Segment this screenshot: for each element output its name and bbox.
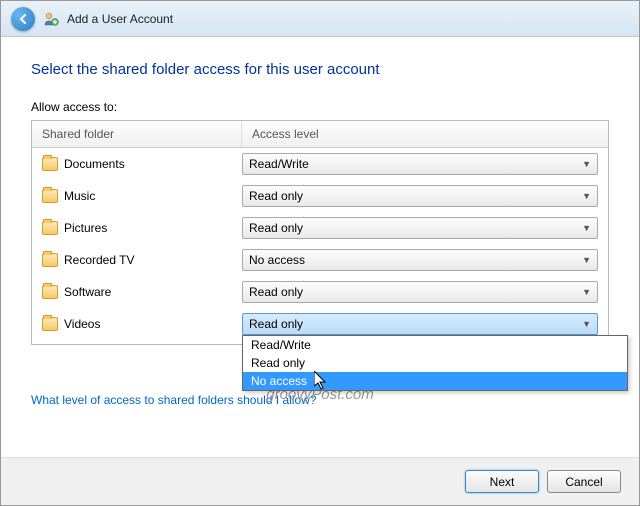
access-level-cell: Read only ▼ bbox=[242, 185, 598, 207]
cancel-button[interactable]: Cancel bbox=[547, 470, 621, 493]
back-button[interactable] bbox=[11, 7, 35, 31]
titlebar-text: Add a User Account bbox=[67, 12, 173, 26]
access-level-select[interactable]: Read only ▼ bbox=[242, 185, 598, 207]
dropdown-item[interactable]: Read only bbox=[243, 354, 627, 372]
column-shared-folder[interactable]: Shared folder bbox=[32, 121, 242, 147]
allow-access-label: Allow access to: bbox=[31, 100, 609, 114]
access-level-dropdown[interactable]: Read/WriteRead onlyNo access bbox=[242, 335, 628, 391]
folder-icon bbox=[42, 285, 58, 299]
footer: Next Cancel bbox=[1, 457, 639, 505]
access-level-cell: Read only ▼ bbox=[242, 281, 598, 303]
dropdown-item[interactable]: Read/Write bbox=[243, 336, 627, 354]
select-value: Read only bbox=[249, 285, 303, 299]
select-value: Read only bbox=[249, 189, 303, 203]
select-value: Read only bbox=[249, 221, 303, 235]
access-level-select[interactable]: No access ▼ bbox=[242, 249, 598, 271]
chevron-down-icon: ▼ bbox=[582, 223, 591, 233]
user-account-icon bbox=[43, 11, 59, 27]
table-header: Shared folder Access level bbox=[32, 121, 608, 148]
table-row: Documents Read/Write ▼ bbox=[32, 148, 608, 180]
help-link[interactable]: What level of access to shared folders s… bbox=[31, 393, 316, 407]
column-access-level[interactable]: Access level bbox=[242, 121, 608, 147]
access-level-select[interactable]: Read only ▼ bbox=[242, 313, 598, 335]
folder-cell: Software bbox=[42, 285, 242, 299]
folder-label: Music bbox=[64, 189, 95, 203]
titlebar: Add a User Account bbox=[1, 1, 639, 37]
chevron-down-icon: ▼ bbox=[582, 287, 591, 297]
select-value: No access bbox=[249, 253, 305, 267]
folder-label: Documents bbox=[64, 157, 125, 171]
dropdown-item[interactable]: No access bbox=[243, 372, 627, 390]
folder-icon bbox=[42, 253, 58, 267]
folder-label: Pictures bbox=[64, 221, 107, 235]
content-area: Select the shared folder access for this… bbox=[1, 37, 639, 457]
table-row: Software Read only ▼ bbox=[32, 276, 608, 308]
table-row: Pictures Read only ▼ bbox=[32, 212, 608, 244]
folder-cell: Videos bbox=[42, 317, 242, 331]
next-button[interactable]: Next bbox=[465, 470, 539, 493]
chevron-down-icon: ▼ bbox=[582, 255, 591, 265]
folder-icon bbox=[42, 317, 58, 331]
folder-cell: Music bbox=[42, 189, 242, 203]
access-level-cell: No access ▼ bbox=[242, 249, 598, 271]
chevron-down-icon: ▼ bbox=[582, 319, 591, 329]
chevron-down-icon: ▼ bbox=[582, 191, 591, 201]
folder-icon bbox=[42, 221, 58, 235]
access-level-select[interactable]: Read only ▼ bbox=[242, 281, 598, 303]
folder-cell: Pictures bbox=[42, 221, 242, 235]
wizard-window: Add a User Account Select the shared fol… bbox=[0, 0, 640, 506]
chevron-down-icon: ▼ bbox=[582, 159, 591, 169]
table-row: Recorded TV No access ▼ bbox=[32, 244, 608, 276]
page-heading: Select the shared folder access for this… bbox=[31, 61, 609, 78]
access-level-cell: Read only ▼ bbox=[242, 313, 598, 335]
folder-label: Recorded TV bbox=[64, 253, 134, 267]
table-row: Music Read only ▼ bbox=[32, 180, 608, 212]
folder-label: Software bbox=[64, 285, 111, 299]
folder-access-table: Shared folder Access level Documents Read… bbox=[31, 120, 609, 345]
folder-cell: Recorded TV bbox=[42, 253, 242, 267]
folder-label: Videos bbox=[64, 317, 100, 331]
folder-cell: Documents bbox=[42, 157, 242, 171]
access-level-cell: Read only ▼ bbox=[242, 217, 598, 239]
access-level-select[interactable]: Read only ▼ bbox=[242, 217, 598, 239]
select-value: Read only bbox=[249, 317, 303, 331]
folder-icon bbox=[42, 157, 58, 171]
select-value: Read/Write bbox=[249, 157, 309, 171]
access-level-cell: Read/Write ▼ bbox=[242, 153, 598, 175]
folder-icon bbox=[42, 189, 58, 203]
access-level-select[interactable]: Read/Write ▼ bbox=[242, 153, 598, 175]
